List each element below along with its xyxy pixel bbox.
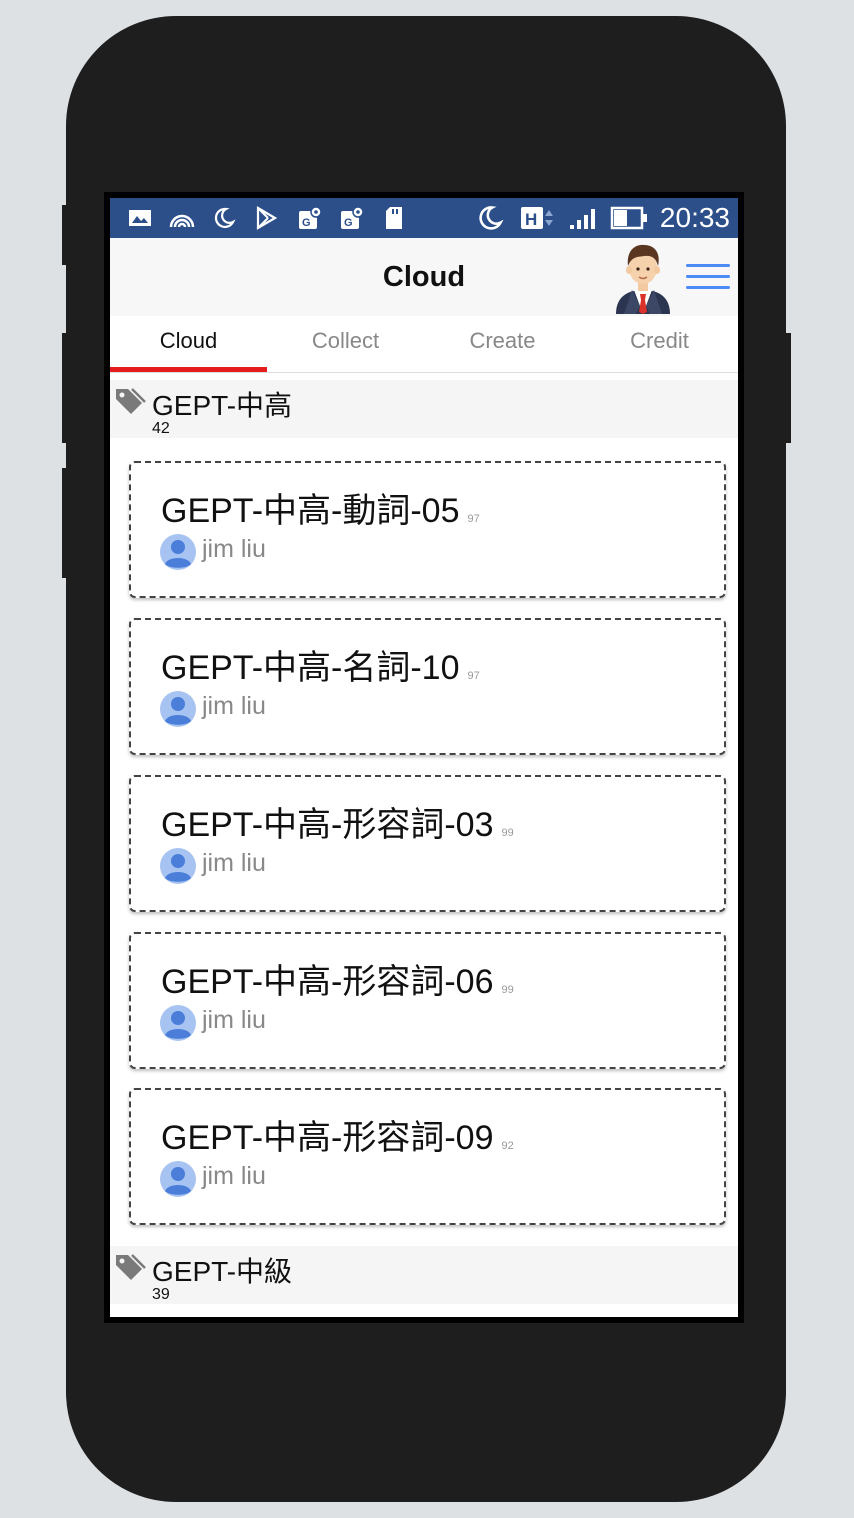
tab-credit[interactable]: Credit xyxy=(581,316,738,372)
section-count: 42 xyxy=(152,420,170,437)
deck-title: GEPT-中高-動詞-05 97 xyxy=(161,492,480,530)
user-icon xyxy=(160,534,196,570)
deck-card[interactable]: GEPT-中高-形容詞-09 92 jim liu xyxy=(129,1088,726,1225)
tag-icon xyxy=(112,1252,146,1282)
deck-card[interactable]: GEPT-中高-動詞-05 97 jim liu xyxy=(129,461,726,598)
deck-author: jim liu xyxy=(202,692,266,720)
user-avatar[interactable] xyxy=(612,240,674,314)
deck-title: GEPT-中高-形容詞-03 99 xyxy=(161,806,514,844)
h-network-icon: H xyxy=(520,204,560,232)
user-icon xyxy=(160,848,196,884)
deck-number: 92 xyxy=(501,1140,514,1152)
svg-text:H: H xyxy=(525,210,537,229)
user-icon xyxy=(160,1005,196,1041)
app-bar: Cloud xyxy=(110,238,738,316)
deck-author: jim liu xyxy=(202,1006,266,1034)
section-title: GEPT-中級 xyxy=(152,1256,293,1287)
user-icon xyxy=(160,1161,196,1197)
section-header[interactable]: GEPT-中級 39 xyxy=(110,1246,738,1304)
deck-author: jim liu xyxy=(202,535,266,563)
deck-title: GEPT-中高-形容詞-06 99 xyxy=(161,963,514,1001)
section-title: GEPT-中高 xyxy=(152,390,293,421)
deck-author: jim liu xyxy=(202,1162,266,1190)
signal-icon xyxy=(568,204,602,232)
section-count: 39 xyxy=(152,1286,170,1303)
phone-side-button xyxy=(62,468,68,578)
play-store-icon xyxy=(252,204,280,232)
user-icon xyxy=(160,691,196,727)
sd-card-icon xyxy=(380,204,408,232)
deck-card[interactable]: GEPT-中高-名詞-10 97 jim liu xyxy=(129,618,726,755)
app-screen: G G H 20:33 Cloud Cloud Collect Create C… xyxy=(110,198,738,1317)
status-time: 20:33 xyxy=(659,202,730,233)
deck-title: GEPT-中高-名詞-10 97 xyxy=(161,649,480,687)
tab-create[interactable]: Create xyxy=(424,316,581,372)
image-icon xyxy=(126,204,154,232)
deck-card[interactable]: GEPT-中高-形容詞-06 99 jim liu xyxy=(129,932,726,1069)
maps-icon: G xyxy=(338,204,366,232)
deck-number: 97 xyxy=(467,513,480,525)
phone-side-button xyxy=(62,205,68,265)
svg-text:G: G xyxy=(302,217,311,229)
tab-cloud[interactable]: Cloud xyxy=(110,316,267,372)
moon-icon xyxy=(476,204,504,232)
deck-number: 99 xyxy=(501,984,514,996)
section-header[interactable]: GEPT-中高 42 xyxy=(110,380,738,438)
deck-title: GEPT-中高-形容詞-09 92 xyxy=(161,1119,514,1157)
status-bar: G G H 20:33 xyxy=(110,198,738,238)
deck-number: 99 xyxy=(501,827,514,839)
maps-icon: G xyxy=(296,204,324,232)
battery-icon xyxy=(610,204,650,232)
deck-author: jim liu xyxy=(202,849,266,877)
tab-bar: Cloud Collect Create Credit xyxy=(110,316,738,373)
moon-icon xyxy=(210,204,238,232)
tab-active-indicator xyxy=(110,367,267,372)
svg-text:G: G xyxy=(344,217,353,229)
deck-number: 97 xyxy=(467,670,480,682)
tag-icon xyxy=(112,386,146,416)
deck-card[interactable]: GEPT-中高-形容詞-03 99 jim liu xyxy=(129,775,726,912)
hamburger-menu-icon[interactable] xyxy=(686,262,730,292)
phone-side-button xyxy=(62,333,68,443)
phone-power-button xyxy=(785,333,791,443)
hotspot-icon xyxy=(168,204,196,232)
tab-collect[interactable]: Collect xyxy=(267,316,424,372)
